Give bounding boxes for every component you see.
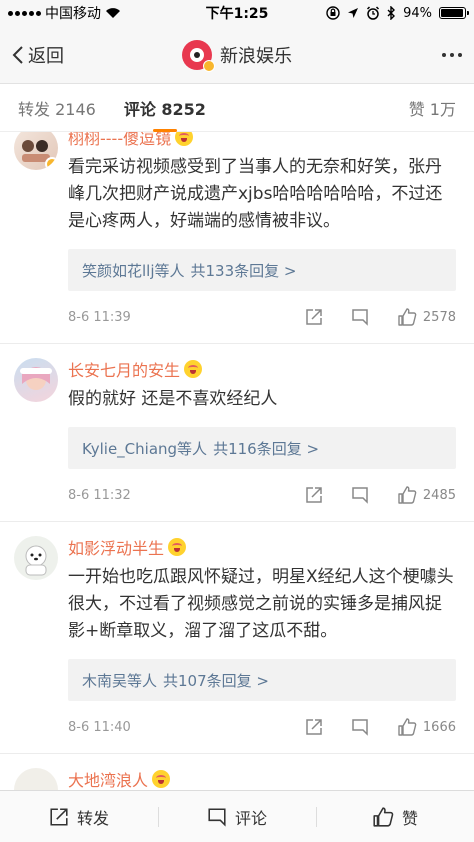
comment-text: 看完采访视频感受到了当事人的无奈和好笑，张丹峰几次把财产说成遗产xjbs哈哈哈哈… — [68, 157, 443, 231]
battery-percent: 94% — [403, 5, 432, 21]
back-button[interactable]: 返回 — [12, 42, 64, 68]
comment-time: 8-6 11:39 — [68, 309, 131, 325]
repost-label: 转发 — [76, 808, 109, 828]
share-icon[interactable] — [305, 486, 323, 504]
bottom-action-bar: 转发 评论 赞 — [0, 790, 474, 842]
comment-item: 大地湾浪人 — [0, 754, 474, 790]
chevron-left-icon — [12, 45, 24, 65]
comment-time: 8-6 11:32 — [68, 487, 131, 503]
carrier-label: 中国移动 — [45, 6, 101, 22]
avatar[interactable] — [14, 536, 58, 580]
like-count: 2578 — [422, 309, 456, 325]
back-label: 返回 — [28, 45, 64, 67]
tab-likes[interactable]: 赞 1万 — [409, 84, 456, 132]
bluetooth-icon — [387, 6, 396, 20]
like-button[interactable]: 2578 — [397, 308, 456, 326]
like-button[interactable]: 1666 — [397, 718, 456, 736]
page-title: 新浪娱乐 — [220, 45, 292, 67]
more-menu-button[interactable] — [442, 47, 462, 63]
thumbs-up-icon — [372, 806, 394, 827]
reply-summary[interactable]: 木南吴等人 共107条回复 > — [68, 659, 456, 701]
repost-button[interactable]: 转发 — [0, 791, 158, 842]
wifi-icon — [105, 7, 121, 19]
username[interactable]: 大地湾浪人 — [68, 767, 148, 790]
location-icon — [347, 7, 359, 19]
username[interactable]: 如影浮动半生 — [68, 535, 164, 559]
comment-icon[interactable] — [351, 308, 369, 326]
reply-summary[interactable]: 笑颜如花llj等人 共133条回复 > — [68, 249, 456, 291]
comment-text: 假的就好 还是不喜欢经纪人 — [68, 389, 278, 409]
tab-bar: 转发 2146 评论 8252 赞 1万 — [0, 84, 474, 132]
comment-label: 评论 — [234, 808, 267, 828]
nav-bar: 返回 新浪娱乐 — [0, 26, 474, 84]
comment-item: 栩栩----傻逗镜 看完采访视频感受到了当事人的无奈和好笑，张丹峰几次把财产说成… — [0, 132, 474, 344]
share-icon[interactable] — [305, 308, 323, 326]
thumbs-up-icon — [397, 486, 417, 504]
thumbs-up-icon — [397, 308, 417, 326]
alarm-icon — [366, 6, 380, 20]
reply-summary[interactable]: Kylie_Chiang等人 共116条回复 > — [68, 427, 456, 469]
username[interactable]: 长安七月的安生 — [68, 357, 180, 381]
lock-rotation-icon — [326, 6, 340, 20]
status-bar: 中国移动 下午1:25 94% — [0, 0, 474, 26]
tab-reposts[interactable]: 转发 2146 — [18, 84, 96, 132]
battery-icon — [439, 7, 469, 19]
emoji-icon — [175, 132, 194, 146]
comment-button[interactable]: 评论 — [158, 791, 316, 842]
reply-count: 共107条回复 > — [163, 671, 269, 690]
reply-count: 共116条回复 > — [213, 439, 320, 458]
tab-comments[interactable]: 评论 8252 — [124, 84, 206, 132]
reply-users: Kylie_Chiang等人 — [82, 439, 208, 458]
thumbs-up-icon — [397, 718, 417, 736]
comment-icon[interactable] — [351, 718, 369, 736]
verified-badge-icon — [45, 157, 58, 170]
comment-time: 8-6 11:40 — [68, 719, 131, 735]
comment-text: 一开始也吃瓜跟风怀疑过，明星X经纪人这个梗噱头很大，不过看了视频感觉之前说的实锤… — [68, 567, 454, 641]
comment-item: 长安七月的安生 假的就好 还是不喜欢经纪人 Kylie_Chiang等人 共11… — [0, 344, 474, 522]
comment-item: 如影浮动半生 一开始也吃瓜跟风怀疑过，明星X经纪人这个梗噱头很大，不过看了视频感… — [0, 522, 474, 754]
like-button[interactable]: 2485 — [397, 486, 456, 504]
share-icon[interactable] — [305, 718, 323, 736]
signal-icon — [8, 10, 41, 16]
reply-users: 木南吴等人 — [82, 671, 158, 690]
reply-users: 笑颜如花llj等人 — [82, 261, 185, 280]
account-avatar — [182, 39, 215, 72]
emoji-icon — [152, 770, 171, 788]
avatar[interactable] — [14, 358, 58, 402]
avatar[interactable] — [14, 768, 58, 790]
emoji-icon — [168, 538, 187, 556]
verified-badge-icon — [203, 59, 215, 72]
like-count: 2485 — [422, 487, 456, 503]
emoji-icon — [184, 360, 203, 378]
share-icon — [49, 807, 69, 827]
comment-list[interactable]: 栩栩----傻逗镜 看完采访视频感受到了当事人的无奈和好笑，张丹峰几次把财产说成… — [0, 132, 474, 790]
like-count: 1666 — [422, 719, 456, 735]
avatar[interactable] — [14, 132, 58, 170]
like-label: 赞 — [401, 808, 418, 828]
comment-icon — [207, 807, 227, 827]
username[interactable]: 栩栩----傻逗镜 — [68, 132, 171, 149]
reply-count: 共133条回复 > — [190, 261, 297, 280]
like-button[interactable]: 赞 — [316, 791, 474, 842]
comment-icon[interactable] — [351, 486, 369, 504]
